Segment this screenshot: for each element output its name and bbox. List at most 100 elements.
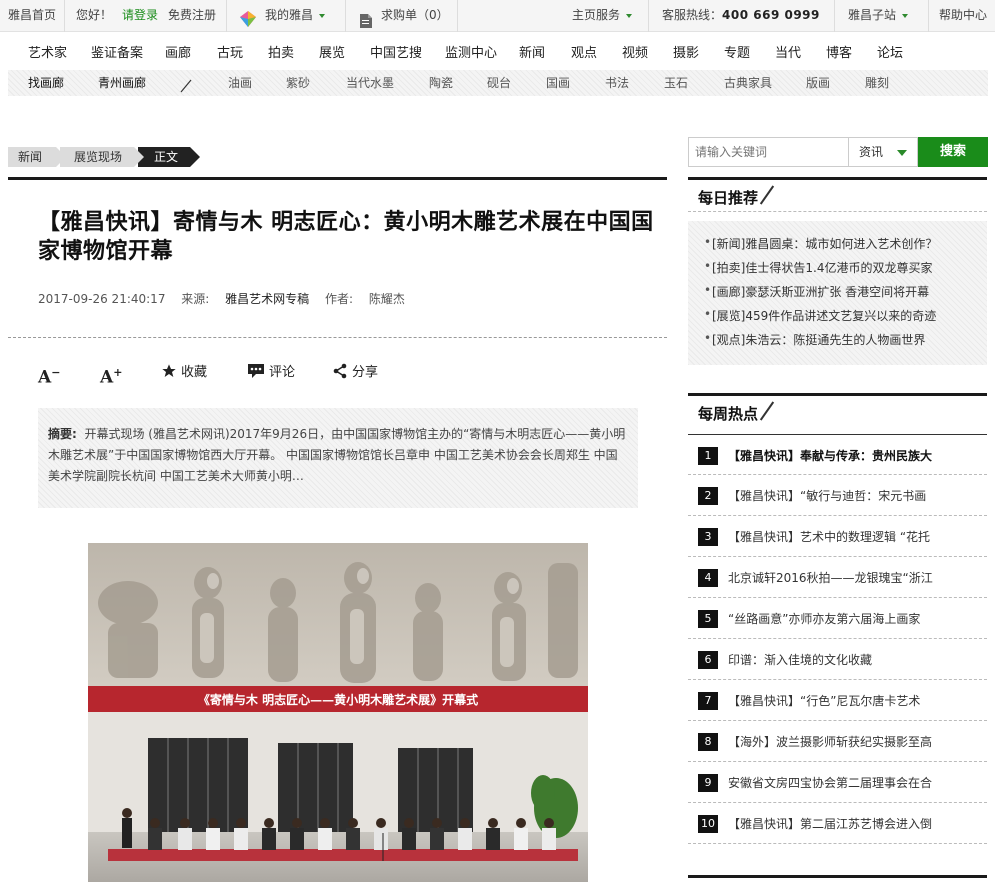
nav-auction[interactable]: 拍卖 [268,44,294,64]
subnav-carving[interactable]: 雕刻 [865,70,889,96]
favorite-label: 收藏 [181,365,208,380]
hot-item[interactable]: 2 【雅昌快讯】“敏行与迪哲：宋元书画 [688,475,987,516]
article-top-rule [8,177,667,180]
nav-gallery[interactable]: 画廊 [165,44,191,64]
help-link[interactable]: 帮助中心 [939,0,987,32]
rank-badge: 3 [698,528,718,546]
list-item[interactable]: [展览]459件作品讲述文艺复兴以来的奇迹 [704,307,936,324]
hot-item-title: 【雅昌快讯】艺术中的数理逻辑 “花托 [728,530,931,544]
list-item[interactable]: [拍卖]佳士得状告1.4亿港币的双龙尊买家 [704,259,932,276]
subnav-zisha[interactable]: 紫砂 [286,70,310,96]
hot-item[interactable]: 5 “丝路画意”亦师亦友第六届海上画家 [688,598,987,639]
search-input[interactable] [688,137,848,167]
wishlist-link[interactable]: 求购单（0） [381,0,449,32]
weekly-hot-header: 每周热点 [688,393,987,423]
subnav-ceramics[interactable]: 陶瓷 [429,70,453,96]
divider [226,0,227,32]
hot-item-title: 北京诚轩2016秋拍——龙银瑰宝“浙江 [728,571,933,585]
subnav-calligraphy[interactable]: 书法 [605,70,629,96]
breadcrumb-news[interactable]: 新闻 [8,147,66,167]
hot-item[interactable]: 7 【雅昌快讯】“行色”尼瓦尔唐卡艺术 [688,680,987,721]
divider [648,0,649,32]
weekly-hot-title: 每周热点 [698,405,759,423]
divider [8,337,667,338]
subnav-inkstone[interactable]: 砚台 [487,70,511,96]
list-item[interactable]: [观点]朱浩云：陈挺通先生的人物画世界 [704,331,925,348]
divider [688,211,987,212]
search-button[interactable]: 搜索 [918,137,988,167]
subnav-oil[interactable]: 油画 [228,70,252,96]
hot-item-title: 安徽省文房四宝协会第二届理事会在合 [728,776,933,790]
sub-nav: 找画廊 青州画廊 油画 紫砂 当代水墨 陶瓷 砚台 国画 书法 玉石 古典家具 … [8,70,988,96]
list-item[interactable]: [新闻]雅昌圆桌：城市如何进入艺术创作？ [704,235,937,252]
hot-item[interactable]: 6 印谱：渐入佳境的文化收藏 [688,639,987,680]
nav-forum[interactable]: 论坛 [877,44,903,64]
daily-recommend-header: 每日推荐 [688,177,987,212]
nav-art-search[interactable]: 中国艺搜 [370,44,422,64]
hotline-label: 客服热线： [662,8,723,22]
favorite-button[interactable]: 收藏 [161,362,207,384]
source-link[interactable]: 雅昌艺术网专稿 [225,292,309,306]
nav-blog[interactable]: 博客 [826,44,852,64]
subnav-jade[interactable]: 玉石 [664,70,688,96]
my-artron-menu[interactable]: 我的雅昌 [265,0,326,32]
publish-date: 2017-09-26 21:40:17 [38,292,166,306]
nav-contemporary[interactable]: 当代 [775,44,801,64]
rank-badge: 9 [698,774,718,792]
slash-divider [759,185,775,205]
nav-antiques[interactable]: 古玩 [217,44,243,64]
subnav-print[interactable]: 版画 [806,70,830,96]
font-increase-label: A [100,367,114,388]
subnav-qingzhou-gallery[interactable]: 青州画廊 [98,70,146,96]
author-name: 陈耀杰 [368,292,405,306]
nav-artist[interactable]: 艺术家 [28,44,67,64]
main-service-menu[interactable]: 主页服务 [572,0,633,32]
dropdown-arrow-icon [897,150,907,156]
home-link[interactable]: 雅昌首页 [8,0,56,32]
rank-badge: 4 [698,569,718,587]
nav-photo[interactable]: 摄影 [673,44,699,64]
list-item[interactable]: [画廊]豪瑟沃斯亚洲扩张 香港空间将开幕 [704,283,929,300]
rank-badge: 1 [698,447,718,465]
rank-badge: 5 [698,610,718,628]
nav-exhibition[interactable]: 展览 [319,44,345,64]
hot-item[interactable]: 8 【海外】波兰摄影师斩获纪实摄影至高 [688,721,987,762]
author-label: 作者: [325,292,354,306]
breadcrumb-exhibition[interactable]: 展览现场 [60,147,144,167]
login-link[interactable]: 请登录 [122,0,158,32]
chevron-down-icon [902,13,909,18]
hot-item[interactable]: 3 【雅昌快讯】艺术中的数理逻辑 “花托 [688,516,987,557]
subnav-find-gallery[interactable]: 找画廊 [28,70,64,96]
nav-news[interactable]: 新闻 [519,44,545,64]
substation-menu[interactable]: 雅昌子站 [848,0,909,32]
search-category-select[interactable]: 资讯 [848,137,918,167]
abstract-text: 开幕式现场 (雅昌艺术网讯)2017年9月26日，由中国国家博物馆主办的“寄情与… [48,427,626,483]
abstract-label: 摘要: [48,427,77,441]
subnav-ink[interactable]: 当代水墨 [346,70,394,96]
hot-item[interactable]: 10 【雅昌快讯】第二届江苏艺博会进入倒 [688,803,987,844]
source-label: 来源: [181,292,210,306]
nav-monitor[interactable]: 监测中心 [445,44,497,64]
hot-item-title: 【海外】波兰摄影师斩获纪实摄影至高 [728,735,933,749]
rank-badge: 8 [698,733,718,751]
divider [928,0,929,32]
hot-item[interactable]: 9 安徽省文房四宝协会第二届理事会在合 [688,762,987,803]
nav-topics[interactable]: 专题 [724,44,750,64]
font-decrease-button[interactable]: A− [38,362,60,388]
comment-button[interactable]: 评论 [247,362,295,384]
greeting-text: 您好！ [76,8,113,22]
daily-recommend-panel: 每日推荐 [新闻]雅昌圆桌：城市如何进入艺术创作？ [拍卖]佳士得状告1.4亿港… [688,177,987,365]
nav-appraisal[interactable]: 鉴证备案 [91,44,143,64]
hot-item[interactable]: 1 【雅昌快讯】奉献与传承：贵州民族大 [688,434,987,475]
comment-label: 评论 [269,365,296,380]
register-link[interactable]: 免费注册 [168,0,216,32]
main-service-label: 主页服务 [572,8,621,22]
nav-video[interactable]: 视频 [622,44,648,64]
subnav-chinese-painting[interactable]: 国画 [546,70,570,96]
hot-item[interactable]: 4 北京诚轩2016秋拍——龙银瑰宝“浙江 [688,557,987,598]
hot-item-title: 【雅昌快讯】第二届江苏艺博会进入倒 [728,817,933,831]
subnav-furniture[interactable]: 古典家具 [724,70,772,96]
font-increase-button[interactable]: A+ [100,362,122,388]
nav-opinion[interactable]: 观点 [571,44,597,64]
share-button[interactable]: 分享 [332,362,378,384]
